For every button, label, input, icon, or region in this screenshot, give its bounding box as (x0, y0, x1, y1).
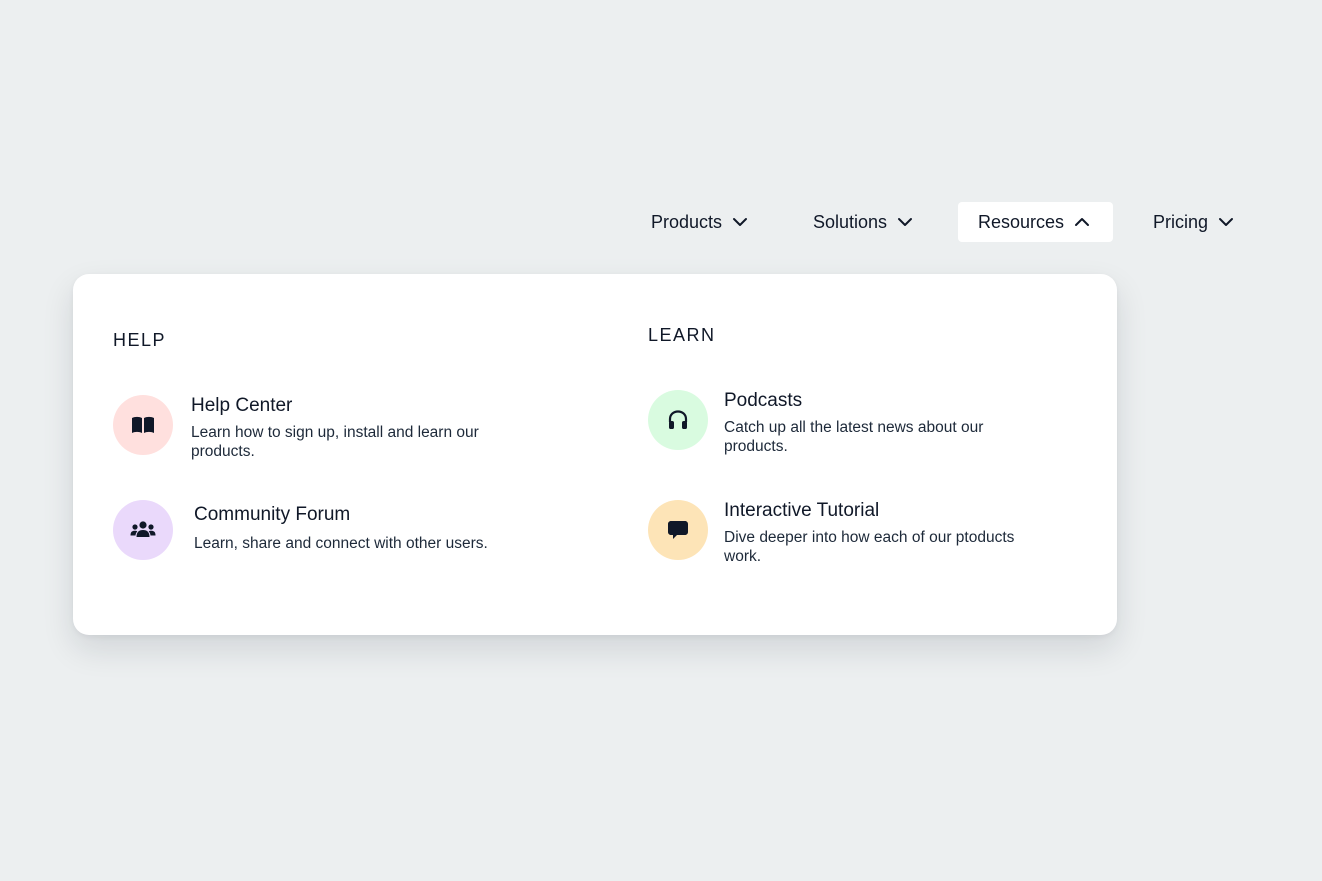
chat-bubble-icon (668, 521, 688, 539)
help-center-title: Help Center (191, 395, 293, 416)
chevron-down-icon (733, 218, 748, 226)
help-center-icon-circle (113, 395, 173, 455)
help-center-link[interactable]: Help Center Learn how to sign up, instal… (113, 395, 553, 460)
headphones-icon (668, 410, 688, 429)
users-icon (130, 521, 156, 537)
help-center-description: Learn how to sign up, install and learn … (191, 424, 479, 460)
book-icon (132, 416, 154, 433)
community-forum-link[interactable]: Community Forum Learn, share and connect… (113, 500, 553, 564)
nav-solutions-label: Solutions (813, 211, 888, 232)
interactive-tutorial-link[interactable]: Interactive Tutorial Dive deeper into ho… (648, 500, 1068, 565)
community-forum-description: Learn, share and connect with other user… (194, 535, 488, 552)
help-heading: HELP (113, 330, 167, 350)
podcasts-title: Podcasts (724, 390, 803, 411)
community-forum-title: Community Forum (194, 504, 351, 525)
chevron-down-icon (898, 218, 913, 226)
resources-dropdown-panel: HELP LEARN Help Center Learn how to sign… (73, 274, 1117, 635)
nav-resources-label: Resources (978, 211, 1065, 232)
nav-products-button[interactable]: Products (630, 202, 758, 242)
page: Products Solutions Resources Pricing HEL (0, 0, 1322, 881)
tutorial-icon-circle (648, 500, 708, 560)
chevron-up-icon (1075, 218, 1090, 226)
nav-pricing-label: Pricing (1153, 211, 1209, 232)
interactive-tutorial-description: Dive deeper into how each of our ptoduct… (724, 529, 1015, 565)
podcasts-description: Catch up all the latest news about our p… (724, 419, 984, 455)
nav-pricing-button[interactable]: Pricing (1133, 202, 1253, 242)
nav-products-label: Products (651, 211, 723, 232)
interactive-tutorial-title: Interactive Tutorial (724, 500, 880, 521)
learn-heading: LEARN (648, 325, 716, 345)
community-icon-circle (113, 500, 173, 560)
podcasts-icon-circle (648, 390, 708, 450)
chevron-down-icon (1219, 218, 1234, 226)
podcasts-link[interactable]: Podcasts Catch up all the latest news ab… (648, 390, 1068, 455)
nav-solutions-button[interactable]: Solutions (793, 202, 921, 242)
nav-resources-button[interactable]: Resources (958, 202, 1113, 242)
